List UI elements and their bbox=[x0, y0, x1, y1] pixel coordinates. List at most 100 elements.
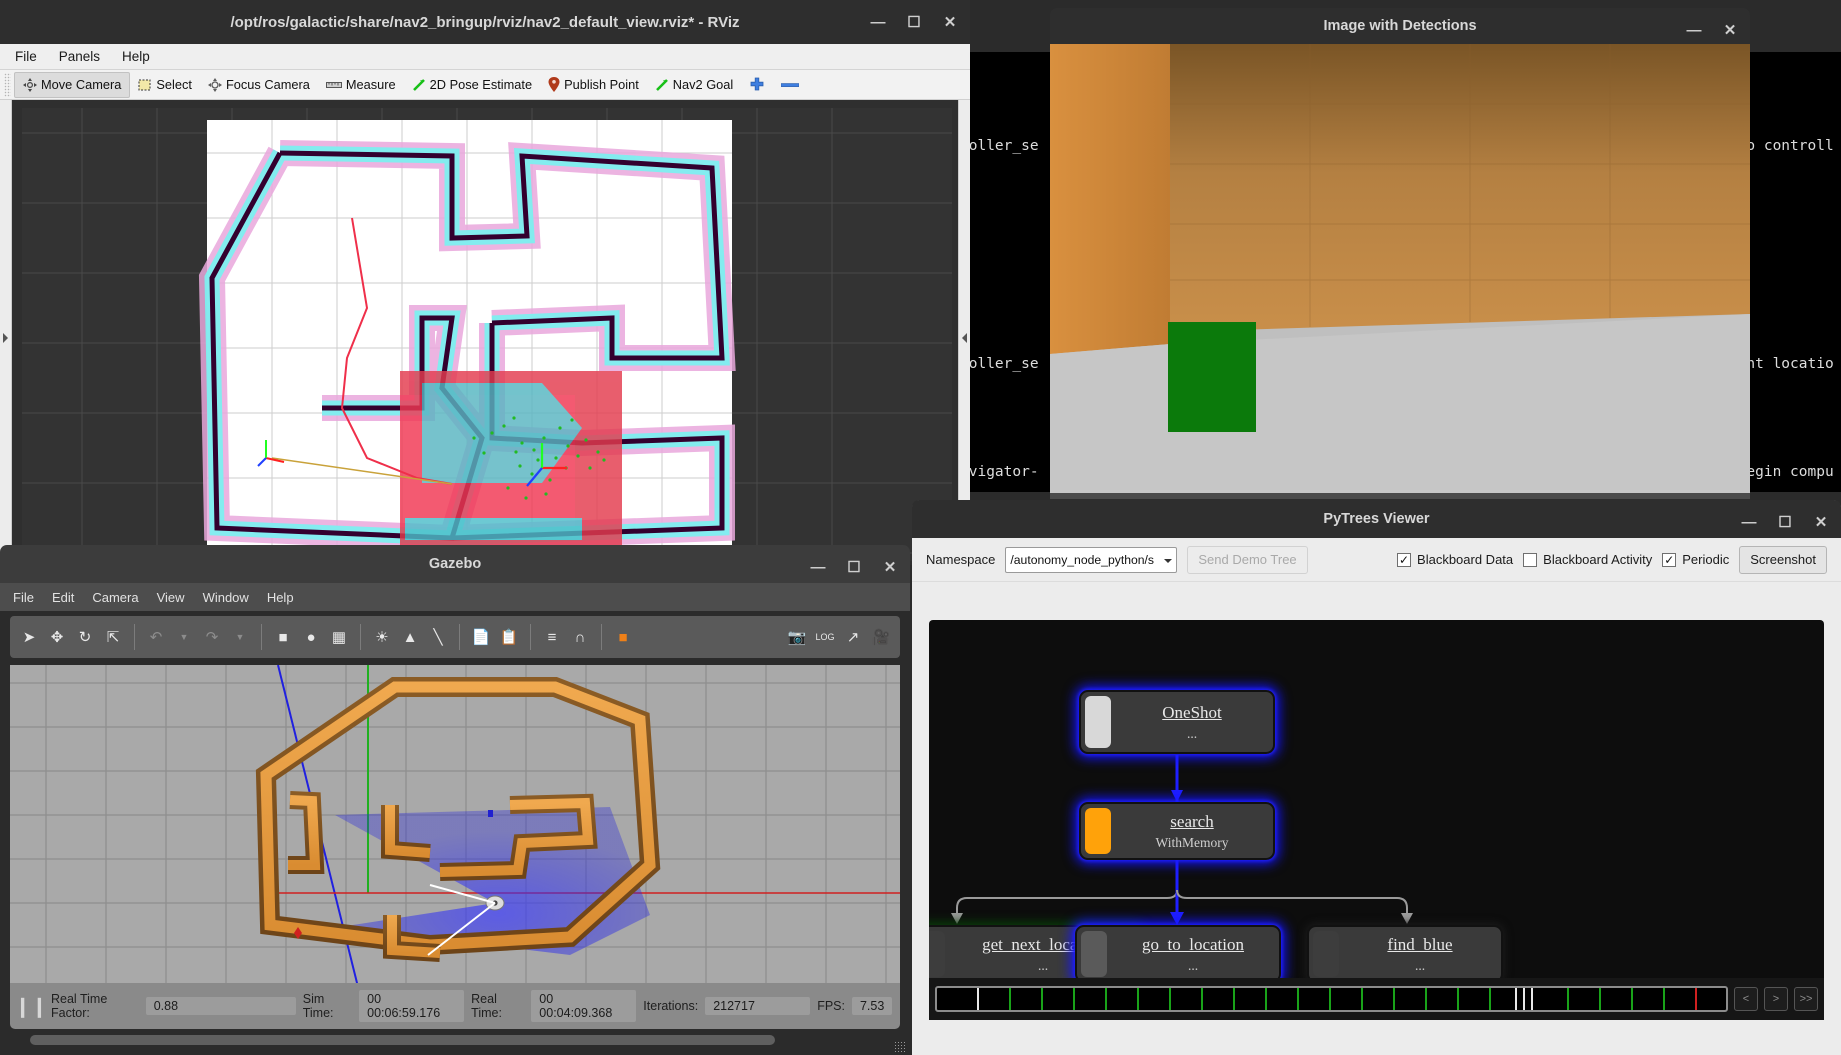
arrow-select-icon[interactable]: ➤ bbox=[16, 624, 42, 650]
camera-image bbox=[1050, 44, 1750, 499]
timeline-tick bbox=[1297, 988, 1299, 1010]
paste-icon[interactable]: 📋 bbox=[496, 624, 522, 650]
chevron-down-icon bbox=[1164, 558, 1173, 567]
timeline-prev-button[interactable]: < bbox=[1734, 987, 1758, 1011]
toolbar-grip[interactable] bbox=[4, 72, 11, 97]
pause-icon[interactable]: ❙❙ bbox=[14, 993, 48, 1019]
snap-icon[interactable]: ∩ bbox=[567, 624, 593, 650]
bt-node-search[interactable]: search WithMemory bbox=[1079, 802, 1275, 860]
gazebo-window[interactable]: Gazebo — ☐ ✕ File Edit Camera View Windo… bbox=[0, 545, 910, 1055]
namespace-select[interactable]: /autonomy_node_python/s bbox=[1005, 546, 1178, 573]
rviz-3d-view[interactable] bbox=[22, 108, 952, 561]
tool-add[interactable] bbox=[741, 72, 773, 98]
gazebo-3d-view[interactable] bbox=[10, 665, 900, 995]
timeline-last-button[interactable]: >> bbox=[1794, 987, 1818, 1011]
maximize-icon[interactable]: ☐ bbox=[1777, 515, 1793, 530]
scale-icon[interactable]: ⇱ bbox=[100, 624, 126, 650]
bt-node-status-stripe bbox=[1081, 931, 1107, 977]
cylinder-icon[interactable]: ▦ bbox=[326, 624, 352, 650]
tool-2d-pose-estimate[interactable]: 2D Pose Estimate bbox=[404, 72, 540, 98]
rviz-window[interactable]: /opt/ros/galactic/share/nav2_bringup/rvi… bbox=[0, 0, 970, 565]
minimize-icon[interactable]: — bbox=[1741, 515, 1757, 530]
minimize-icon[interactable]: — bbox=[1686, 23, 1702, 38]
tool-select[interactable]: Select bbox=[130, 72, 200, 98]
align-icon[interactable]: ≡ bbox=[539, 624, 565, 650]
divider bbox=[360, 624, 361, 650]
view-angle-icon[interactable]: ■ bbox=[610, 624, 636, 650]
tool-focus-camera-label: Focus Camera bbox=[225, 77, 310, 92]
menu-help[interactable]: Help bbox=[113, 46, 159, 67]
minimize-icon[interactable]: — bbox=[810, 560, 826, 575]
periodic-checkbox[interactable]: ✓ Periodic bbox=[1662, 552, 1729, 567]
pytrees-window[interactable]: PyTrees Viewer — ☐ ✕ Namespace /autonomy… bbox=[912, 500, 1841, 1055]
bt-node-find-blue[interactable]: find_blue ... bbox=[1307, 925, 1503, 983]
behaviour-tree-canvas[interactable]: OneShot ... search WithMemory get_next_l… bbox=[929, 620, 1824, 995]
sphere-icon[interactable]: ● bbox=[298, 624, 324, 650]
bt-node-go-to-location[interactable]: go_to_location ... bbox=[1075, 925, 1281, 983]
close-icon[interactable]: ✕ bbox=[1813, 515, 1829, 530]
tool-publish-point[interactable]: Publish Point bbox=[540, 72, 647, 98]
menu-view[interactable]: View bbox=[148, 587, 194, 608]
tool-remove[interactable] bbox=[773, 72, 807, 98]
tool-publish-point-label: Publish Point bbox=[564, 77, 639, 92]
maximize-icon[interactable]: ☐ bbox=[906, 15, 922, 30]
timeline-track[interactable] bbox=[935, 986, 1728, 1012]
close-icon[interactable]: ✕ bbox=[942, 15, 958, 30]
tool-focus-camera[interactable]: Focus Camera bbox=[200, 72, 318, 98]
bt-node-subtitle: ... bbox=[1037, 957, 1049, 973]
timeline-tick-error bbox=[1695, 988, 1697, 1010]
blackboard-data-checkbox[interactable]: ✓ Blackboard Data bbox=[1397, 552, 1513, 567]
menu-camera[interactable]: Camera bbox=[83, 587, 147, 608]
directional-light-icon[interactable]: ╲ bbox=[425, 624, 451, 650]
gazebo-menubar: File Edit Camera View Window Help bbox=[0, 583, 910, 611]
undo-icon[interactable]: ↶ bbox=[143, 624, 169, 650]
send-demo-tree-button[interactable]: Send Demo Tree bbox=[1187, 545, 1308, 574]
video-icon[interactable]: 🎥 bbox=[868, 624, 894, 650]
menu-file[interactable]: File bbox=[6, 46, 46, 67]
blackboard-activity-checkbox[interactable]: Blackboard Activity bbox=[1523, 552, 1652, 567]
menu-file[interactable]: File bbox=[4, 587, 43, 608]
menu-panels[interactable]: Panels bbox=[50, 46, 109, 67]
timeline-tick bbox=[1137, 988, 1139, 1010]
image-detections-window[interactable]: Image with Detections — ✕ bbox=[1050, 8, 1750, 503]
image-detections-view[interactable] bbox=[1050, 44, 1750, 499]
maximize-icon[interactable]: ☐ bbox=[846, 560, 862, 575]
timeline-next-button[interactable]: > bbox=[1764, 987, 1788, 1011]
box-icon[interactable]: ■ bbox=[270, 624, 296, 650]
plot-icon[interactable]: ↗ bbox=[840, 624, 866, 650]
menu-edit[interactable]: Edit bbox=[43, 587, 83, 608]
rviz-views-panel-handle[interactable] bbox=[958, 100, 970, 565]
tool-select-label: Select bbox=[156, 77, 192, 92]
tool-measure[interactable]: Measure bbox=[318, 72, 404, 98]
image-detections-footer bbox=[1050, 493, 1750, 499]
gazebo-horizontal-scrollbar[interactable] bbox=[30, 1035, 775, 1045]
pytrees-titlebar: PyTrees Viewer — ☐ ✕ bbox=[912, 500, 1841, 538]
minimize-icon[interactable]: — bbox=[870, 15, 886, 30]
spot-light-icon[interactable]: ▲ bbox=[397, 624, 423, 650]
rviz-body bbox=[0, 100, 970, 565]
translate-icon[interactable]: ✥ bbox=[44, 624, 70, 650]
rotate-icon[interactable]: ↻ bbox=[72, 624, 98, 650]
point-light-icon[interactable]: ☀ bbox=[369, 624, 395, 650]
rviz-displays-panel-handle[interactable] bbox=[0, 100, 12, 565]
screenshot-button[interactable]: Screenshot bbox=[1739, 545, 1827, 574]
close-icon[interactable]: ✕ bbox=[882, 560, 898, 575]
log-icon[interactable]: LOG bbox=[812, 624, 838, 650]
screenshot-icon[interactable]: 📷 bbox=[784, 624, 810, 650]
rviz-title: /opt/ros/galactic/share/nav2_bringup/rvi… bbox=[230, 13, 740, 31]
gazebo-scene bbox=[10, 665, 900, 995]
menu-help[interactable]: Help bbox=[258, 587, 303, 608]
real-time-factor-value: 0.88 bbox=[145, 997, 296, 1015]
copy-icon[interactable]: 📄 bbox=[468, 624, 494, 650]
close-icon[interactable]: ✕ bbox=[1722, 23, 1738, 38]
bt-node-oneshot[interactable]: OneShot ... bbox=[1079, 690, 1275, 754]
menu-window[interactable]: Window bbox=[194, 587, 258, 608]
undo-dropdown-icon[interactable]: ▼ bbox=[171, 624, 197, 650]
redo-dropdown-icon[interactable]: ▼ bbox=[227, 624, 253, 650]
tool-nav2-goal[interactable]: Nav2 Goal bbox=[647, 72, 741, 98]
tool-move-camera[interactable]: Move Camera bbox=[14, 71, 131, 98]
resize-grip[interactable] bbox=[894, 1041, 906, 1053]
redo-icon[interactable]: ↷ bbox=[199, 624, 225, 650]
image-detections-titlebar: Image with Detections — ✕ bbox=[1050, 8, 1750, 44]
timeline-cursor bbox=[1523, 988, 1525, 1010]
